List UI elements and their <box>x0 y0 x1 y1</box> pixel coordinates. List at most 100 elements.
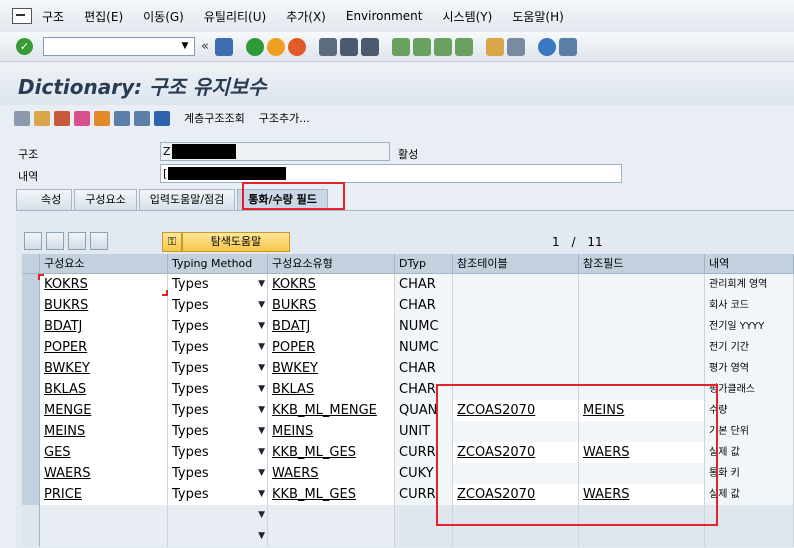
header-description[interactable]: 내역 <box>705 254 794 273</box>
typing-method-cell[interactable]: Types ▼ <box>168 484 268 505</box>
menu-system[interactable]: 시스템(Y) <box>442 8 492 25</box>
previous-page-icon[interactable] <box>412 37 431 56</box>
component-cell[interactable]: MENGE <box>40 400 168 421</box>
search-help-button[interactable]: 탐색도움말 <box>182 232 290 252</box>
dropdown-arrow-icon[interactable]: ▼ <box>258 421 265 442</box>
append-structure-button[interactable]: 구조추가... <box>259 110 310 126</box>
component-type-cell[interactable]: POPER <box>268 337 395 358</box>
empty-row[interactable]: ▼ <box>22 526 794 547</box>
component-cell[interactable]: BKLAS <box>40 379 168 400</box>
menu-structure[interactable]: 구조 <box>42 8 64 25</box>
row-selector[interactable] <box>22 442 40 463</box>
back-icon[interactable] <box>245 37 264 56</box>
ref-table-cell[interactable] <box>453 295 579 316</box>
ref-field-cell[interactable] <box>579 316 705 337</box>
ref-table-cell[interactable] <box>453 316 579 337</box>
check-icon[interactable] <box>94 110 110 126</box>
display-change-icon[interactable] <box>34 110 50 126</box>
component-type-cell[interactable]: MEINS <box>268 421 395 442</box>
dropdown-arrow-icon[interactable]: ▼ <box>258 358 265 379</box>
menu-environment[interactable]: Environment <box>346 9 423 23</box>
component-cell[interactable]: GES <box>40 442 168 463</box>
row-selector[interactable] <box>22 358 40 379</box>
menu-goto[interactable]: 이동(G) <box>143 8 184 25</box>
cancel-icon[interactable] <box>287 37 306 56</box>
typing-method-cell[interactable]: Types ▼ <box>168 337 268 358</box>
dropdown-arrow-icon[interactable]: ▼ <box>258 379 265 400</box>
component-cell[interactable] <box>40 505 168 526</box>
component-type-cell[interactable]: BDATJ <box>268 316 395 337</box>
where-used-icon[interactable] <box>54 110 70 126</box>
new-session-icon[interactable] <box>485 37 504 56</box>
component-cell[interactable]: KOKRS <box>40 274 168 295</box>
command-field[interactable]: ▼ <box>43 37 195 56</box>
help-icon[interactable] <box>537 37 556 56</box>
row-selector[interactable] <box>22 484 40 505</box>
table-row[interactable]: BWKEY Types ▼ BWKEY CHAR 평가 영역 <box>22 358 794 379</box>
dropdown-arrow-icon[interactable]: ▼ <box>258 295 265 316</box>
dropdown-arrow-icon[interactable]: ▼ <box>258 316 265 337</box>
info-icon[interactable] <box>154 110 170 126</box>
ref-table-cell[interactable] <box>453 526 579 547</box>
table-row[interactable]: KOKRS Types ▼ KOKRS CHAR 관리회계 영역 <box>22 274 794 295</box>
typing-method-cell[interactable]: Types ▼ <box>168 358 268 379</box>
row-selector[interactable] <box>22 421 40 442</box>
component-type-cell[interactable]: KKB_ML_GES <box>268 484 395 505</box>
select-all-cell[interactable] <box>22 254 40 273</box>
row-selector[interactable] <box>22 337 40 358</box>
table-row[interactable]: BDATJ Types ▼ BDATJ NUMC 전기일 YYYY <box>22 316 794 337</box>
other-object-icon[interactable] <box>14 110 30 126</box>
typing-method-cell[interactable]: ▼ <box>168 526 268 547</box>
find-icon[interactable] <box>339 37 358 56</box>
component-type-cell[interactable]: BWKEY <box>268 358 395 379</box>
ref-field-cell[interactable] <box>579 274 705 295</box>
row-selector[interactable] <box>22 316 40 337</box>
component-cell[interactable]: WAERS <box>40 463 168 484</box>
typing-method-cell[interactable]: Types ▼ <box>168 400 268 421</box>
hierarchy-button[interactable]: 계층구조조회 <box>184 110 245 126</box>
typing-method-cell[interactable]: Types ▼ <box>168 274 268 295</box>
dropdown-arrow-icon[interactable]: ▼ <box>258 400 265 421</box>
exit-icon[interactable] <box>266 37 285 56</box>
typing-method-cell[interactable]: Types ▼ <box>168 379 268 400</box>
hierarchy-icon[interactable] <box>114 110 130 126</box>
row-selector[interactable] <box>22 379 40 400</box>
row-selector[interactable] <box>22 526 40 547</box>
ref-field-cell[interactable] <box>579 295 705 316</box>
component-type-cell[interactable]: BUKRS <box>268 295 395 316</box>
menu-help[interactable]: 도움말(H) <box>512 8 564 25</box>
component-cell[interactable]: MEINS <box>40 421 168 442</box>
header-ref-field[interactable]: 참조필드 <box>579 254 705 273</box>
insert-row-icon[interactable] <box>46 232 64 250</box>
menu-extras[interactable]: 추가(X) <box>286 8 326 25</box>
delete-row-icon[interactable] <box>68 232 86 250</box>
shortcut-icon[interactable] <box>506 37 525 56</box>
print-icon[interactable] <box>318 37 337 56</box>
ref-table-cell[interactable] <box>453 358 579 379</box>
enter-check-icon[interactable]: ✓ <box>16 38 33 55</box>
dropdown-arrow-icon[interactable]: ▼ <box>258 274 265 295</box>
window-menu-icon[interactable] <box>12 8 32 24</box>
ref-table-cell[interactable] <box>453 274 579 295</box>
last-page-icon[interactable] <box>454 37 473 56</box>
ref-field-cell[interactable] <box>579 358 705 379</box>
component-type-cell[interactable]: BKLAS <box>268 379 395 400</box>
expand-icon[interactable] <box>24 232 42 250</box>
find-next-icon[interactable] <box>360 37 379 56</box>
ref-table-cell[interactable] <box>453 337 579 358</box>
header-component-type[interactable]: 구성요소유형 <box>268 254 395 273</box>
typing-method-cell[interactable]: Types ▼ <box>168 442 268 463</box>
component-cell[interactable]: POPER <box>40 337 168 358</box>
table-row[interactable]: BUKRS Types ▼ BUKRS CHAR 회사 코드 <box>22 295 794 316</box>
header-ref-table[interactable]: 참조테이블 <box>453 254 579 273</box>
ref-field-cell[interactable] <box>579 526 705 547</box>
typing-method-cell[interactable]: ▼ <box>168 505 268 526</box>
tab-components[interactable]: 구성요소 <box>74 189 137 210</box>
activate-icon[interactable] <box>74 110 90 126</box>
header-dtyp[interactable]: DTyp <box>395 254 453 273</box>
component-cell[interactable]: BWKEY <box>40 358 168 379</box>
tab-attributes[interactable]: 속성 <box>16 189 73 210</box>
row-selector[interactable] <box>22 295 40 316</box>
dropdown-arrow-icon[interactable]: ▼ <box>258 463 265 484</box>
component-type-cell[interactable]: KKB_ML_GES <box>268 442 395 463</box>
